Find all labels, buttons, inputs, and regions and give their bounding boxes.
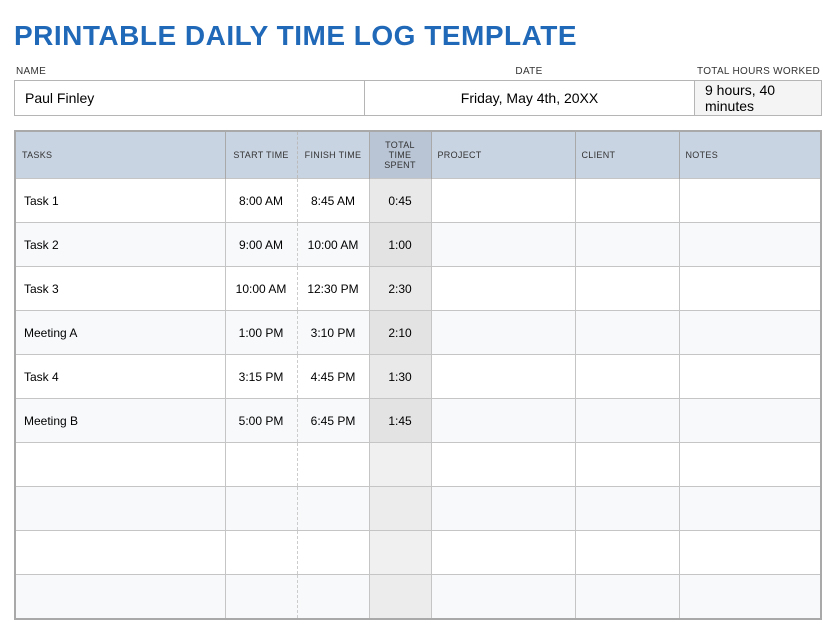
finish-cell: 4:45 PM [297, 355, 369, 399]
table-row: Task 29:00 AM10:00 AM1:00 [15, 223, 821, 267]
task-cell: Task 2 [15, 223, 225, 267]
project-cell [431, 399, 575, 443]
project-cell [431, 443, 575, 487]
date-cell: Friday, May 4th, 20XX [365, 81, 695, 115]
table-row: Meeting B5:00 PM6:45 PM1:45 [15, 399, 821, 443]
start-cell: 9:00 AM [225, 223, 297, 267]
total-cell: 1:30 [369, 355, 431, 399]
task-cell [15, 443, 225, 487]
table-row: Task 310:00 AM12:30 PM2:30 [15, 267, 821, 311]
total-cell: 2:30 [369, 267, 431, 311]
client-cell [575, 443, 679, 487]
finish-cell: 12:30 PM [297, 267, 369, 311]
notes-cell [679, 311, 821, 355]
table-row: Task 18:00 AM8:45 AM0:45 [15, 179, 821, 223]
task-cell: Meeting B [15, 399, 225, 443]
notes-cell [679, 443, 821, 487]
header-finish: FINISH TIME [297, 131, 369, 179]
total-cell: 2:10 [369, 311, 431, 355]
total-cell [369, 487, 431, 531]
total-cell [369, 443, 431, 487]
header-notes: NOTES [679, 131, 821, 179]
finish-cell: 6:45 PM [297, 399, 369, 443]
start-cell [225, 575, 297, 619]
total-cell [369, 531, 431, 575]
time-log-table: TASKS START TIME FINISH TIME TOTAL TIME … [14, 130, 822, 620]
finish-cell: 8:45 AM [297, 179, 369, 223]
name-cell: Paul Finley [15, 81, 365, 115]
meta-labels-row: NAME DATE TOTAL HOURS WORKED [14, 66, 822, 77]
finish-cell [297, 487, 369, 531]
table-row [15, 575, 821, 619]
label-date: DATE [364, 66, 694, 77]
client-cell [575, 223, 679, 267]
start-cell: 3:15 PM [225, 355, 297, 399]
total-cell: 1:00 [369, 223, 431, 267]
total-cell [369, 575, 431, 619]
task-cell: Task 1 [15, 179, 225, 223]
header-client: CLIENT [575, 131, 679, 179]
notes-cell [679, 399, 821, 443]
client-cell [575, 311, 679, 355]
client-cell [575, 399, 679, 443]
table-row [15, 487, 821, 531]
table-header-row: TASKS START TIME FINISH TIME TOTAL TIME … [15, 131, 821, 179]
start-cell: 5:00 PM [225, 399, 297, 443]
task-cell: Task 4 [15, 355, 225, 399]
table-row [15, 531, 821, 575]
start-cell: 8:00 AM [225, 179, 297, 223]
project-cell [431, 223, 575, 267]
header-start: START TIME [225, 131, 297, 179]
finish-cell: 10:00 AM [297, 223, 369, 267]
client-cell [575, 575, 679, 619]
start-cell: 1:00 PM [225, 311, 297, 355]
notes-cell [679, 267, 821, 311]
total-cell: 1:45 [369, 399, 431, 443]
table-row: Meeting A1:00 PM3:10 PM2:10 [15, 311, 821, 355]
task-cell: Meeting A [15, 311, 225, 355]
table-row: Task 43:15 PM4:45 PM1:30 [15, 355, 821, 399]
finish-cell: 3:10 PM [297, 311, 369, 355]
start-cell [225, 531, 297, 575]
header-project: PROJECT [431, 131, 575, 179]
project-cell [431, 311, 575, 355]
notes-cell [679, 223, 821, 267]
notes-cell [679, 531, 821, 575]
start-cell [225, 443, 297, 487]
total-cell: 0:45 [369, 179, 431, 223]
project-cell [431, 487, 575, 531]
finish-cell [297, 443, 369, 487]
task-cell [15, 487, 225, 531]
notes-cell [679, 487, 821, 531]
start-cell: 10:00 AM [225, 267, 297, 311]
header-total-spent: TOTAL TIME SPENT [369, 131, 431, 179]
task-cell: Task 3 [15, 267, 225, 311]
client-cell [575, 355, 679, 399]
table-row [15, 443, 821, 487]
client-cell [575, 179, 679, 223]
task-cell [15, 575, 225, 619]
finish-cell [297, 575, 369, 619]
finish-cell [297, 531, 369, 575]
page-title: PRINTABLE DAILY TIME LOG TEMPLATE [14, 20, 822, 52]
project-cell [431, 575, 575, 619]
client-cell [575, 487, 679, 531]
project-cell [431, 531, 575, 575]
project-cell [431, 355, 575, 399]
notes-cell [679, 179, 821, 223]
label-name: NAME [14, 66, 364, 77]
start-cell [225, 487, 297, 531]
total-hours-cell: 9 hours, 40 minutes [695, 81, 821, 115]
notes-cell [679, 575, 821, 619]
project-cell [431, 267, 575, 311]
client-cell [575, 531, 679, 575]
task-cell [15, 531, 225, 575]
label-total-hours: TOTAL HOURS WORKED [694, 66, 822, 77]
header-tasks: TASKS [15, 131, 225, 179]
client-cell [575, 267, 679, 311]
meta-values-row: Paul Finley Friday, May 4th, 20XX 9 hour… [14, 80, 822, 116]
project-cell [431, 179, 575, 223]
notes-cell [679, 355, 821, 399]
